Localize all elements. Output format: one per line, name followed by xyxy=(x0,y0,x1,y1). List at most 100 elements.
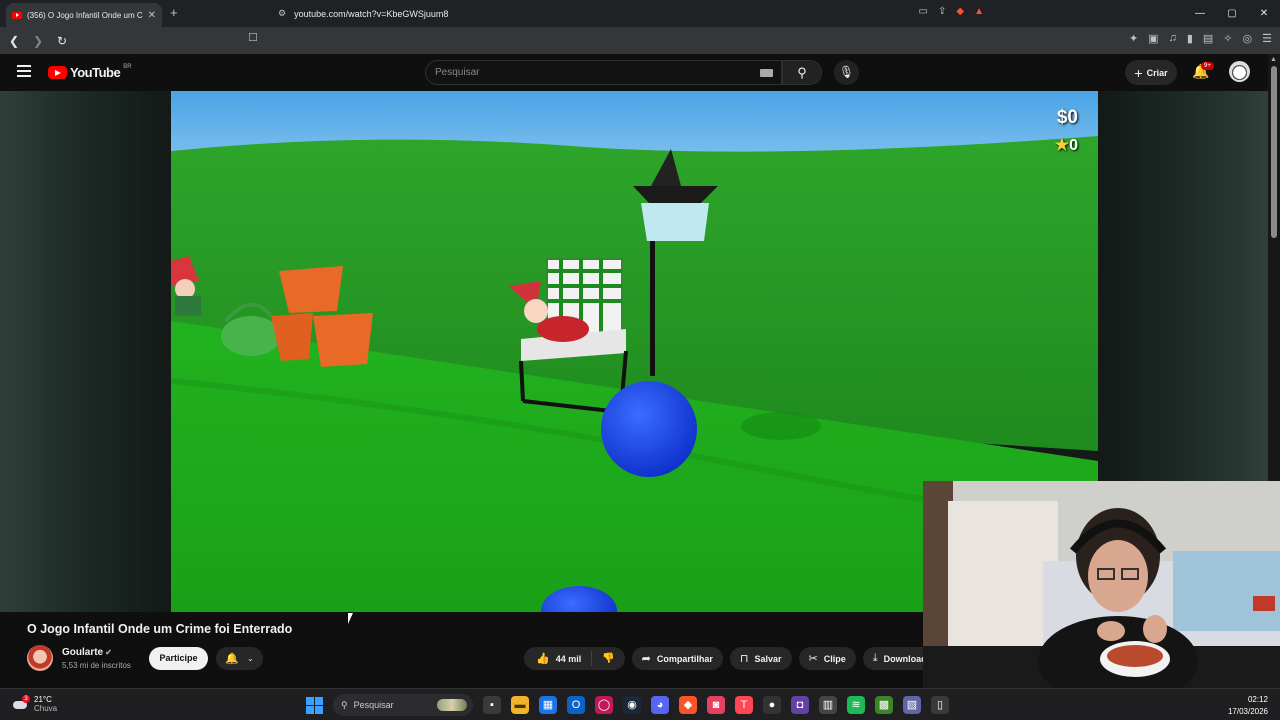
vpn-icon[interactable]: ◎ xyxy=(1243,32,1253,45)
file-explorer-icon[interactable]: ▬ xyxy=(511,696,529,714)
forward-arrow-icon[interactable]: ❯ xyxy=(28,34,48,48)
search-icon: ⚲ xyxy=(797,65,807,80)
share-page-icon[interactable]: ⇪ xyxy=(938,6,946,17)
tab-close-icon[interactable]: ✕ xyxy=(148,10,156,21)
maximize-button[interactable]: ▢ xyxy=(1216,0,1248,27)
obs-icon[interactable]: ● xyxy=(763,696,781,714)
video-title: O Jogo Infantil Onde um Crime foi Enterr… xyxy=(27,622,293,636)
reload-icon[interactable]: ↻ xyxy=(52,34,72,48)
video-actions: 👍 44 mil 👎 ➦ Compartilhar ⊓ Salvar ✂ Cli… xyxy=(524,647,937,670)
back-arrow-icon[interactable]: ❮ xyxy=(4,34,24,48)
notepad-icon[interactable]: ▥ xyxy=(819,696,837,714)
youtube-play-icon xyxy=(48,66,67,79)
cast-icon[interactable]: ▭ xyxy=(919,6,928,17)
share-button[interactable]: ➦ Compartilhar xyxy=(631,647,723,670)
new-tab-button[interactable]: + xyxy=(170,5,178,20)
menu-icon[interactable]: ☰ xyxy=(1262,32,1272,45)
region-code: BR xyxy=(123,63,132,70)
taskbar-search[interactable]: ⚲ Pesquisar xyxy=(333,694,473,716)
thumbs-down-icon: 👎 xyxy=(602,653,615,664)
address-bar-actions: ▭ ⇪ ◆ ▲ xyxy=(919,6,984,17)
weather-condition: Chuva xyxy=(34,704,58,713)
hud-money: $0 xyxy=(1056,107,1078,128)
weather-widget[interactable]: 3 21°C Chuva xyxy=(12,695,57,713)
teams-icon[interactable]: ▧ xyxy=(903,696,921,714)
join-button[interactable]: Participe xyxy=(149,647,208,670)
bookmark-icon[interactable]: ☐ xyxy=(248,31,258,44)
window-controls: — ▢ ✕ xyxy=(1184,0,1280,27)
sidebar-icon[interactable]: ▮ xyxy=(1187,32,1193,45)
taskbar-apps: ⚲ Pesquisar ▪ ▬ ▦ O ◯ ◉ ◕ ◆ ◙ T ● ◘ ▥ ≋ … xyxy=(306,694,949,716)
taskbar-search-label: Pesquisar xyxy=(353,700,394,710)
system-clock[interactable]: 02:12 17/03/2026 xyxy=(1228,694,1268,718)
share-label: Compartilhar xyxy=(656,653,713,664)
steam-icon[interactable]: ◉ xyxy=(623,696,641,714)
account-avatar[interactable] xyxy=(1229,61,1250,82)
scroll-up-arrow-icon[interactable]: ▲ xyxy=(1270,56,1277,63)
youtube-logo[interactable]: YouTube BR xyxy=(48,63,132,80)
windows-start-icon[interactable] xyxy=(306,696,323,714)
search-input[interactable] xyxy=(435,67,735,78)
keyboard-icon[interactable] xyxy=(760,69,773,77)
channel-name[interactable]: Goularte xyxy=(62,647,103,658)
verified-badge-icon: ✔ xyxy=(105,648,112,657)
translate-icon[interactable]: ▣ xyxy=(1148,32,1158,45)
clip-button[interactable]: ✂ Clipe xyxy=(798,647,856,670)
wallet-icon[interactable]: ▤ xyxy=(1203,32,1213,45)
windows-taskbar: 3 21°C Chuva ⚲ Pesquisar ▪ ▬ ▦ O ◯ ◉ ◕ ◆… xyxy=(0,688,1280,720)
browser-toolbar: ❮ ❯ ↻ xyxy=(0,27,1280,54)
media-icon[interactable]: ♫ xyxy=(1169,32,1177,45)
search-button[interactable]: ⚲ xyxy=(782,60,822,85)
notifications-badge: 9+ xyxy=(1201,62,1214,70)
youtube-wordmark: YouTube xyxy=(70,65,121,80)
mouse-cursor xyxy=(348,613,353,624)
weather-rain-icon: 3 xyxy=(12,695,30,711)
leo-ai-icon[interactable]: ✧ xyxy=(1223,32,1232,45)
minecraft-icon[interactable]: ▩ xyxy=(875,696,893,714)
webcam-feed xyxy=(923,481,1280,688)
like-dislike-group: 👍 44 mil 👎 xyxy=(524,647,625,670)
save-button[interactable]: ⊓ Salvar xyxy=(729,647,792,670)
guide-menu-icon[interactable] xyxy=(17,65,31,80)
microphone-icon: 🎙 xyxy=(838,65,855,79)
channel-avatar[interactable] xyxy=(27,645,53,671)
like-count: 44 mil xyxy=(555,653,582,664)
discord-icon[interactable]: ◕ xyxy=(651,696,669,714)
create-label: Criar xyxy=(1146,67,1168,78)
download-icon: ⤓ xyxy=(872,652,878,664)
brave-rewards-icon[interactable]: ▲ xyxy=(974,6,984,17)
webcam-overlay xyxy=(923,481,1280,688)
search-box xyxy=(425,60,782,85)
search-highlight-icon xyxy=(437,699,467,711)
twitch-icon[interactable]: ◘ xyxy=(791,696,809,714)
typora-icon[interactable]: T xyxy=(735,696,753,714)
address-bar[interactable]: ⚙ youtube.com/watch?v=KbeGWSjuum8 ▭ ⇪ ◆ … xyxy=(270,3,990,24)
opera-icon[interactable]: ◯ xyxy=(595,696,613,714)
extension-puzzle-icon[interactable]: ✦ xyxy=(1129,32,1138,45)
store-icon[interactable]: ▦ xyxy=(539,696,557,714)
minimize-button[interactable]: — xyxy=(1184,0,1216,27)
outlook-icon[interactable]: O xyxy=(567,696,585,714)
scrollbar-thumb[interactable] xyxy=(1271,66,1277,238)
chevron-down-icon: ⌄ xyxy=(247,654,254,663)
spotify-icon[interactable]: ≋ xyxy=(847,696,865,714)
extension-icons: ✦ ▣ ♫ ▮ ▤ ✧ ◎ ☰ xyxy=(1129,32,1272,45)
site-settings-icon[interactable]: ⚙ xyxy=(278,8,286,19)
like-button[interactable]: 👍 44 mil xyxy=(524,651,593,666)
app-icon[interactable]: ▯ xyxy=(931,696,949,714)
hud-stars: ★0 xyxy=(1055,135,1078,155)
tab-title: (356) O Jogo Infantil Onde um Crime foi … xyxy=(27,10,143,20)
subscription-notifications-button[interactable]: 🔔 ⌄ xyxy=(216,647,263,670)
plus-icon: + xyxy=(1134,64,1143,81)
clip-label: Clipe xyxy=(823,653,846,664)
voice-search-button[interactable]: 🎙 xyxy=(834,60,859,85)
dislike-button[interactable]: 👎 xyxy=(592,653,624,664)
share-icon: ➦ xyxy=(641,653,651,665)
brave-shield-icon[interactable]: ◆ xyxy=(956,6,964,17)
close-window-button[interactable]: ✕ xyxy=(1248,0,1280,27)
task-view-icon[interactable]: ▪ xyxy=(483,696,501,714)
browser-tab-active[interactable]: (356) O Jogo Infantil Onde um Crime foi … xyxy=(6,3,162,27)
create-button[interactable]: + Criar xyxy=(1125,60,1177,85)
instagram-icon[interactable]: ◙ xyxy=(707,696,725,714)
brave-icon[interactable]: ◆ xyxy=(679,696,697,714)
